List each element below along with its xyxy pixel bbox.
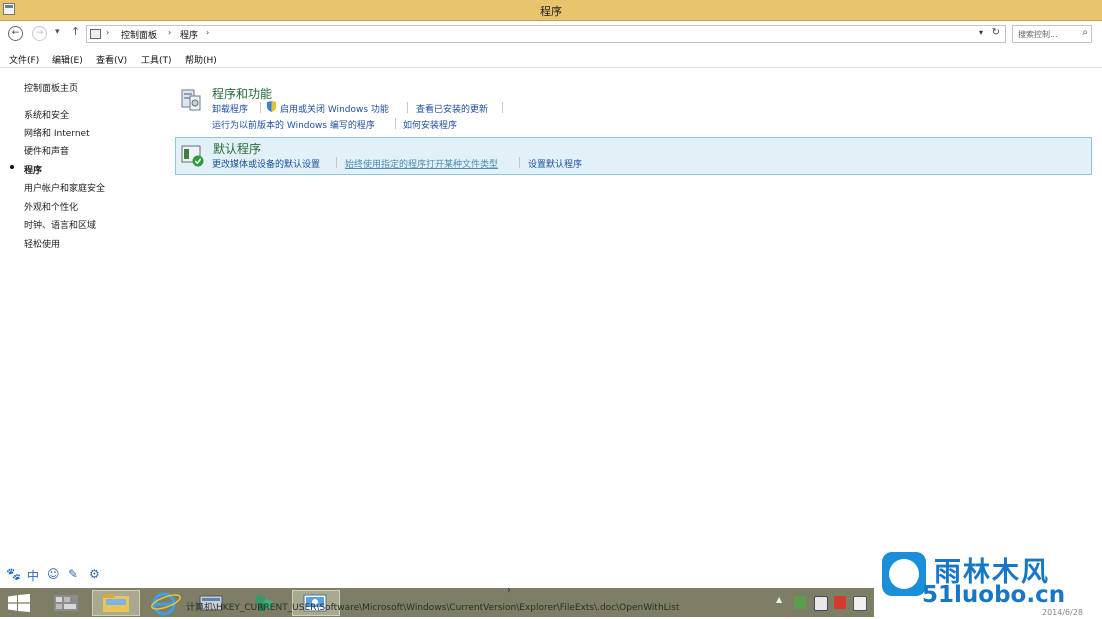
taskbar-app-1[interactable] (42, 590, 90, 616)
breadcrumb-separator[interactable]: › (206, 28, 209, 37)
sidebar-item-ease-of-access[interactable]: 轻松使用 (24, 237, 60, 250)
category-programs-features: 程序和功能 卸载程序 启用或关闭 Windows 功能 查看已安装的更新 运行为… (175, 82, 1092, 134)
menu-file[interactable]: 文件(F) (9, 53, 39, 66)
watermark-logo-icon (882, 552, 926, 596)
link-set-default-programs[interactable]: 设置默认程序 (528, 157, 582, 170)
link-change-media-defaults[interactable]: 更改媒体或设备的默认设置 (212, 157, 320, 170)
menu-edit[interactable]: 编辑(E) (52, 53, 83, 66)
uac-shield-icon (267, 101, 276, 112)
address-dropdown-icon[interactable]: ▾ (979, 28, 983, 37)
sidebar-item-system-security[interactable]: 系统和安全 (24, 108, 69, 121)
control-panel-icon (90, 29, 101, 39)
link-separator (407, 102, 408, 113)
tray-expand-icon[interactable]: ▲ (776, 595, 782, 604)
title-bar: 程序 (0, 0, 1102, 21)
link-view-installed-updates[interactable]: 查看已安装的更新 (416, 102, 488, 115)
link-separator (336, 157, 337, 168)
programs-features-icon (181, 89, 201, 111)
link-uninstall-program[interactable]: 卸载程序 (212, 102, 248, 115)
sidebar-item-network-internet[interactable]: 网络和 Internet (24, 126, 90, 139)
pen-icon[interactable]: ✎ (68, 567, 78, 581)
sidebar-item-hardware-sound[interactable]: 硬件和声音 (24, 144, 69, 157)
search-icon[interactable]: ⌕ (1082, 27, 1088, 38)
scroll-arrow-icon[interactable]: › (507, 585, 511, 596)
up-arrow-icon[interactable]: ↑ (71, 25, 80, 38)
sidebar-item-appearance[interactable]: 外观和个性化 (24, 200, 78, 213)
menu-tools[interactable]: 工具(T) (141, 53, 172, 66)
breadcrumb-control-panel[interactable]: 控制面板 (121, 28, 157, 41)
current-item-bullet (10, 165, 14, 169)
menu-bar: 文件(F) 编辑(E) 查看(V) 工具(T) 帮助(H) (0, 49, 1102, 68)
link-run-older-programs[interactable]: 运行为以前版本的 Windows 编写的程序 (212, 118, 375, 131)
forward-arrow-icon: → (35, 28, 44, 38)
recent-locations-dropdown-icon[interactable]: ▾ (55, 27, 60, 37)
refresh-icon[interactable]: ↻ (992, 27, 1000, 38)
menu-help[interactable]: 帮助(H) (185, 53, 217, 66)
back-button[interactable]: ← (8, 26, 23, 41)
registry-path-text: 计算机\HKEY_CURRENT_USER\Software\Microsoft… (186, 603, 680, 613)
app-grid-icon (54, 595, 78, 611)
tray-shield-icon[interactable] (814, 596, 828, 611)
sidebar-item-clock-language-region[interactable]: 时钟、语言和区域 (24, 218, 96, 231)
sidebar-control-panel-home[interactable]: 控制面板主页 (24, 81, 78, 94)
search-box[interactable]: 搜索控制... ⌕ (1012, 25, 1092, 43)
taskbar-file-explorer[interactable] (92, 590, 140, 616)
breadcrumb-programs[interactable]: 程序 (180, 28, 198, 41)
link-separator (502, 102, 503, 113)
address-bar[interactable]: › 控制面板 › 程序 › ▾ ↻ (86, 25, 1006, 43)
sidebar-item-programs[interactable]: 程序 (24, 163, 42, 176)
tray-clock-date[interactable]: 2014/6/28 (1042, 608, 1083, 617)
menu-view[interactable]: 查看(V) (96, 53, 127, 66)
default-programs-icon (181, 145, 204, 167)
category-title-default-programs[interactable]: 默认程序 (213, 140, 261, 157)
tray-security-icon[interactable] (834, 596, 846, 609)
sidebar-item-user-accounts[interactable]: 用户帐户和家庭安全 (24, 181, 105, 194)
category-default-programs[interactable]: 默认程序 更改媒体或设备的默认设置 始终使用指定的程序打开某种文件类型 设置默认… (175, 137, 1092, 175)
taskbar-internet-explorer[interactable] (142, 590, 190, 616)
emoji-icon[interactable]: ☺ (47, 567, 60, 581)
windows-start-icon[interactable] (8, 594, 30, 612)
tray-network-icon[interactable] (794, 596, 806, 609)
link-separator (260, 102, 261, 113)
back-arrow-icon: ← (11, 28, 20, 38)
settings-gear-icon[interactable]: ⚙ (89, 567, 100, 581)
search-placeholder: 搜索控制... (1018, 30, 1058, 39)
link-how-to-install[interactable]: 如何安装程序 (403, 118, 457, 131)
folder-icon (103, 594, 129, 612)
link-separator (519, 157, 520, 168)
navigation-bar: ← → ▾ ↑ › 控制面板 › 程序 › ▾ ↻ 搜索控制... ⌕ (0, 21, 1102, 48)
link-separator (395, 118, 396, 129)
internet-explorer-icon (151, 592, 181, 616)
link-turn-windows-features[interactable]: 启用或关闭 Windows 功能 (280, 102, 389, 115)
paw-icon[interactable]: 🐾 (6, 567, 21, 581)
breadcrumb-separator[interactable]: › (106, 28, 109, 37)
forward-button[interactable]: → (32, 26, 47, 41)
category-title-programs-features[interactable]: 程序和功能 (212, 85, 272, 102)
tray-monitor-icon[interactable] (853, 596, 867, 611)
breadcrumb-separator[interactable]: › (168, 28, 171, 37)
window-title: 程序 (540, 5, 562, 18)
watermark-logo: 雨林木风 51luobo.cn 2014/6/28 (874, 548, 1102, 617)
link-always-open-filetype[interactable]: 始终使用指定的程序打开某种文件类型 (345, 157, 498, 170)
chinese-mode-icon[interactable]: 中 (27, 567, 39, 584)
watermark-domain-text: 51luobo.cn (922, 582, 1066, 608)
